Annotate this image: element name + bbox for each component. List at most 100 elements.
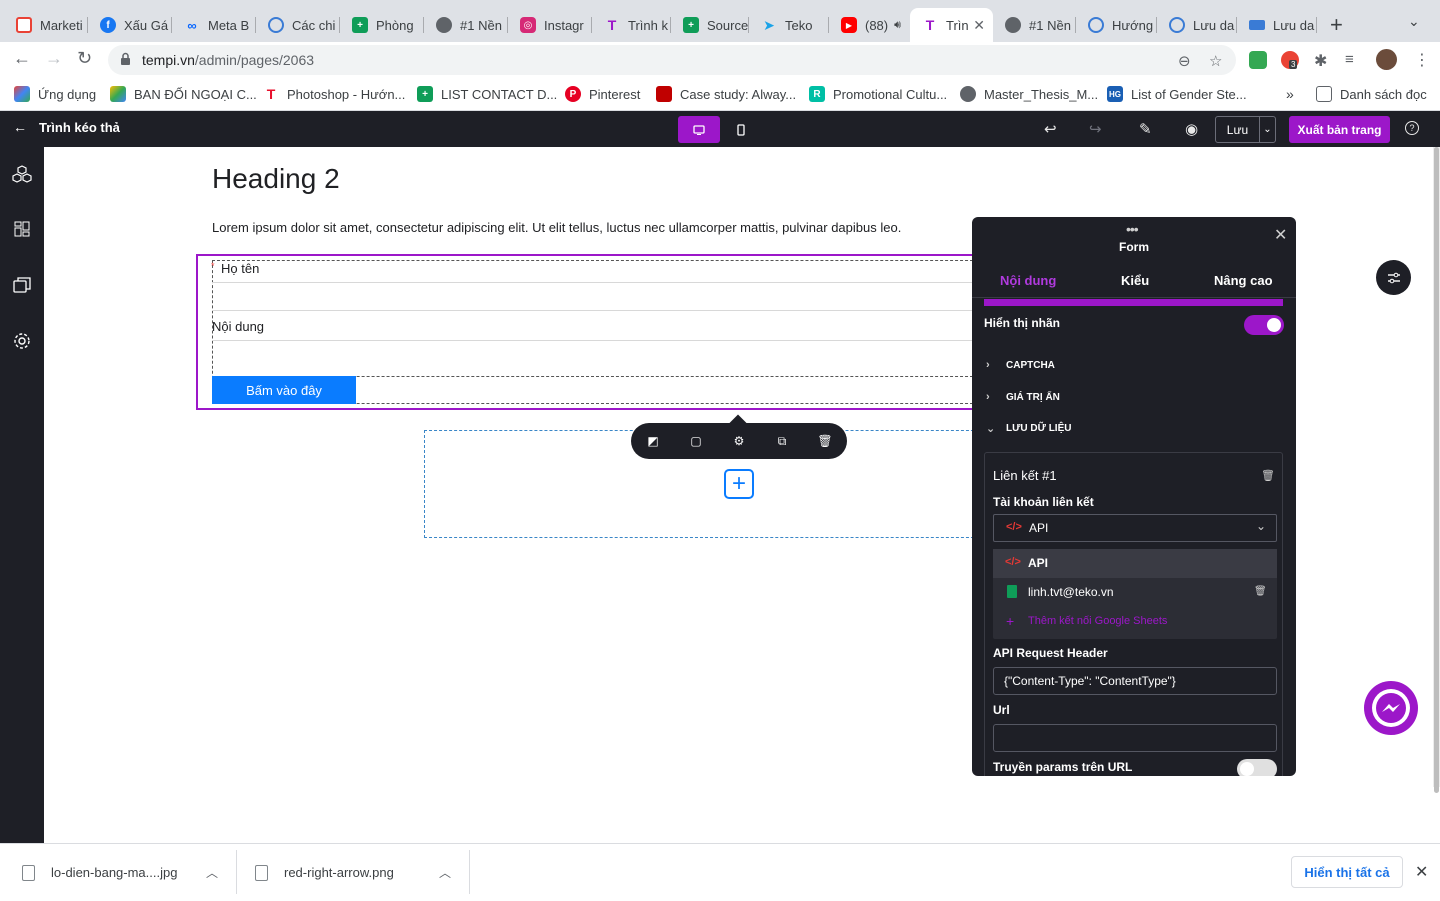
browser-tab[interactable]: Lưu da [1157,8,1237,42]
media-control-icon[interactable]: ≡ [1345,51,1354,68]
duplicate-icon[interactable]: ⧉ [774,433,790,449]
url-params-toggle[interactable] [1237,759,1277,776]
redo-icon[interactable]: ↪ [1089,120,1102,138]
name-input[interactable] [212,282,978,283]
bookmark-item[interactable]: Master_Thesis_M... [960,86,1098,102]
bookmark-item[interactable]: T Photoshop - Hướn... [263,86,406,102]
delete-trash-icon[interactable]: 🗑︎ [817,433,833,449]
browser-tab[interactable]: ➤ Teko [749,8,829,42]
chevron-up-icon[interactable]: ︿ [206,864,218,881]
browser-tab-active[interactable]: T Trìn ✕ [910,8,993,42]
section-captcha[interactable]: › CAPTCHA [986,359,1055,371]
section-hidden-values[interactable]: › GIÁ TRỊ ẨN [986,391,1060,403]
browser-tab[interactable]: #1 Nền [424,8,508,42]
show-all-downloads-button[interactable]: Hiển thị tất cả [1291,856,1403,888]
widget-settings-gear-icon[interactable]: ⚙ [731,433,747,449]
publish-button[interactable]: Xuất bản trang [1289,116,1390,143]
puzzle-extensions-icon[interactable]: ✱ [1314,51,1327,71]
browser-tab[interactable]: T Trình k [592,8,671,42]
save-dropdown-chevron-icon[interactable]: ⌄ [1259,116,1276,143]
tempi-t-icon: T [607,17,617,33]
bookmark-star-icon[interactable]: ☆ [1209,52,1222,70]
chevron-down-icon: ⌄ [1256,519,1267,533]
bookmark-item[interactable]: Ứng dụng [14,86,96,102]
tab-content[interactable]: Nội dung [1000,273,1056,288]
dropdown-option-sheet[interactable]: linh.tvt@teko.vn 🗑︎ [993,578,1277,607]
bookmark-item[interactable]: BAN ĐỐI NGOẠI C... [110,86,257,102]
browser-tab[interactable]: + Phòng [340,8,424,42]
close-panel-icon[interactable]: ✕ [1274,225,1287,245]
extension-badge-icon[interactable]: 3 [1281,51,1299,69]
browser-tab[interactable]: Lưu da [1237,8,1317,42]
elements-cubes-icon[interactable] [11,163,33,185]
text-widget[interactable]: Lorem ipsum dolor sit amet, consectetur … [212,220,901,235]
edit-icon[interactable]: ✎ [1139,120,1152,138]
section-save-data[interactable]: ⌄ LƯU DỮ LIỆU [986,422,1071,435]
extension-icon[interactable] [1249,51,1267,69]
close-shelf-icon[interactable]: ✕ [1415,862,1428,882]
mobile-view-button[interactable] [720,116,762,143]
dropdown-option-api[interactable]: </> API [993,549,1277,578]
tab-search-icon[interactable]: ⌄ [1408,13,1420,30]
avatar[interactable] [1376,49,1397,70]
audio-playing-icon[interactable]: 🔊︎ [894,19,901,32]
browser-tab[interactable]: ◎ Instagr [508,8,592,42]
api-header-input[interactable]: {"Content-Type": "ContentType"} [993,667,1277,695]
delete-account-trash-icon[interactable]: 🗑︎ [1254,586,1267,597]
browser-tab[interactable]: f Xấu Gá [88,8,172,42]
reading-list-button[interactable]: Danh sách đọc [1316,86,1427,102]
add-google-sheets-button[interactable]: + Thêm kết nối Google Sheets [993,607,1277,636]
reload-icon[interactable]: ↻ [77,48,92,69]
tab-style[interactable]: Kiểu [1121,273,1149,288]
lock-icon[interactable] [120,52,131,66]
address-bar[interactable]: tempi.vn/admin/pages/2063 ⊖ ☆ [108,45,1236,75]
canvas-scrollbar[interactable] [1433,147,1440,793]
sheets-icon [1007,585,1017,598]
bookmark-item[interactable]: P Pinterest [565,86,640,102]
kebab-menu-icon[interactable]: ⋮ [1414,50,1430,70]
more-bookmarks-icon[interactable]: » [1286,86,1294,102]
save-button[interactable]: Lưu [1215,116,1260,143]
browser-tab[interactable]: #1 Nền [993,8,1076,42]
style-contrast-icon[interactable]: ◩ [645,433,661,449]
help-icon[interactable]: ? [1405,121,1419,135]
back-arrow-icon[interactable]: ← [13,48,31,69]
bookmark-item[interactable]: Case study: Alway... [656,86,796,102]
browser-tab[interactable]: ▶ (88) 🔊︎ [829,8,910,42]
back-arrow-icon[interactable]: ← [13,119,27,135]
drag-handle-icon[interactable]: ••• [1126,221,1139,237]
chevron-up-icon[interactable]: ︿ [439,864,451,881]
bookmark-item[interactable]: HG List of Gender Ste... [1107,86,1247,102]
desktop-view-button[interactable] [678,116,720,143]
undo-icon[interactable]: ↩ [1044,120,1057,138]
download-item[interactable]: red-right-arrow.png ︿ [255,844,469,901]
browser-tab[interactable]: Marketi [4,8,88,42]
browser-tab[interactable]: Các chi [256,8,340,42]
heading-widget[interactable]: Heading 2 [212,163,340,195]
browser-tab[interactable]: ∞ Meta B [172,8,256,42]
preview-eye-icon[interactable]: ◉ [1185,120,1198,138]
close-tab-icon[interactable]: ✕ [973,17,985,34]
page-settings-sliders-icon[interactable] [1376,260,1411,295]
form-submit-button[interactable]: Bấm vào đây [212,376,356,404]
forward-arrow-icon[interactable]: → [45,48,63,69]
browser-tab[interactable]: + Source [671,8,749,42]
new-tab-button[interactable]: + [1330,12,1343,38]
add-section-plus-icon[interactable]: + [724,469,754,499]
account-select[interactable]: </> API ⌄ [993,514,1277,542]
tab-advanced[interactable]: Nâng cao [1214,273,1273,288]
select-parent-square-icon[interactable]: ▢ [688,433,704,449]
settings-gear-icon[interactable] [11,330,33,352]
bookmark-item[interactable]: + LIST CONTACT D... [417,86,557,102]
browser-tab[interactable]: Hướng [1076,8,1157,42]
download-item[interactable]: lo-dien-bang-ma....jpg ︿ [22,844,236,901]
show-label-toggle[interactable] [1244,315,1284,335]
content-input[interactable] [212,340,978,341]
messenger-chat-icon[interactable] [1364,681,1418,735]
delete-link-trash-icon[interactable]: 🗑︎ [1261,469,1275,482]
pages-icon[interactable] [11,274,33,296]
zoom-icon[interactable]: ⊖ [1178,52,1191,70]
sections-grid-icon[interactable] [11,218,33,240]
bookmark-item[interactable]: R Promotional Cultu... [809,86,947,102]
url-input[interactable] [993,724,1277,752]
